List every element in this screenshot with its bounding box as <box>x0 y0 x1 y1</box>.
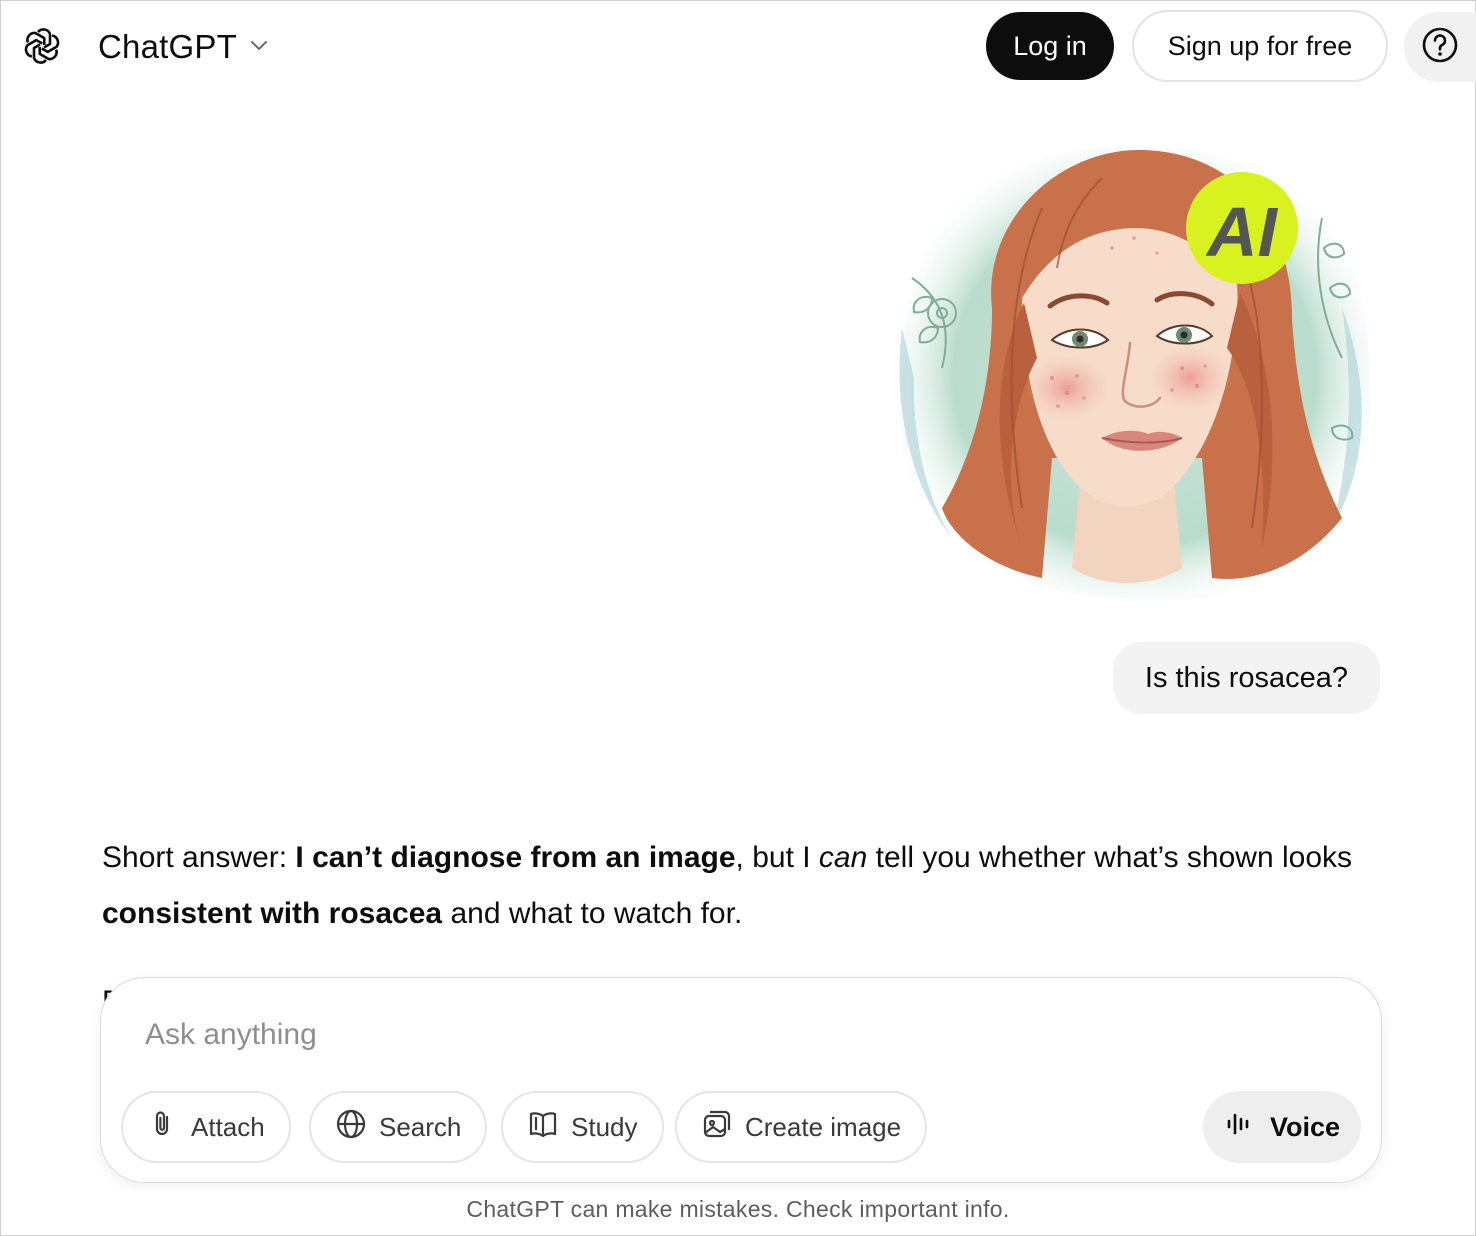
assistant-text: Short answer: <box>102 841 296 874</box>
book-icon <box>527 1108 559 1147</box>
globe-icon <box>335 1108 367 1147</box>
study-button[interactable]: Study <box>501 1091 664 1163</box>
question-mark-icon <box>1420 25 1460 70</box>
search-label: Search <box>379 1111 462 1142</box>
composer: Attach Search Study Create image Voice <box>100 977 1382 1183</box>
signup-button[interactable]: Sign up for free <box>1132 10 1388 82</box>
uploaded-image[interactable]: AI <box>872 128 1380 608</box>
paperclip-icon <box>147 1108 179 1147</box>
attach-label: Attach <box>191 1111 265 1142</box>
ai-badge-text: AI <box>1205 193 1279 271</box>
assistant-bold-text: consistent with rosacea <box>102 897 443 930</box>
waveform-icon <box>1224 1108 1256 1147</box>
voice-label: Voice <box>1269 1111 1341 1142</box>
model-name: ChatGPT <box>98 28 237 65</box>
assistant-text: and what to watch for. <box>442 897 743 930</box>
assistant-bold-text: I can’t diagnose from an image <box>295 841 736 874</box>
image-icon <box>701 1108 733 1147</box>
assistant-text: , but I <box>735 841 819 874</box>
assistant-italic-text: can <box>818 841 868 874</box>
create-image-label: Create image <box>745 1111 902 1142</box>
help-button[interactable] <box>1404 12 1476 82</box>
prompt-input[interactable] <box>145 1012 1245 1058</box>
voice-button[interactable]: Voice <box>1203 1091 1361 1163</box>
openai-logo-icon[interactable] <box>20 24 64 68</box>
study-label: Study <box>571 1111 638 1142</box>
model-selector[interactable]: ChatGPT <box>98 26 271 68</box>
login-button[interactable]: Log in <box>986 12 1114 80</box>
disclaimer-text: ChatGPT can make mistakes. Check importa… <box>466 1196 1010 1222</box>
search-button[interactable]: Search <box>309 1091 488 1163</box>
attach-button[interactable]: Attach <box>121 1091 291 1163</box>
assistant-message: Short answer: I can’t diagnose from an i… <box>102 830 1382 942</box>
user-message-bubble: Is this rosacea? <box>1112 642 1380 714</box>
chevron-down-icon <box>247 33 271 62</box>
assistant-text: tell you whether what’s shown looks <box>867 841 1352 874</box>
create-image-button[interactable]: Create image <box>675 1091 928 1163</box>
